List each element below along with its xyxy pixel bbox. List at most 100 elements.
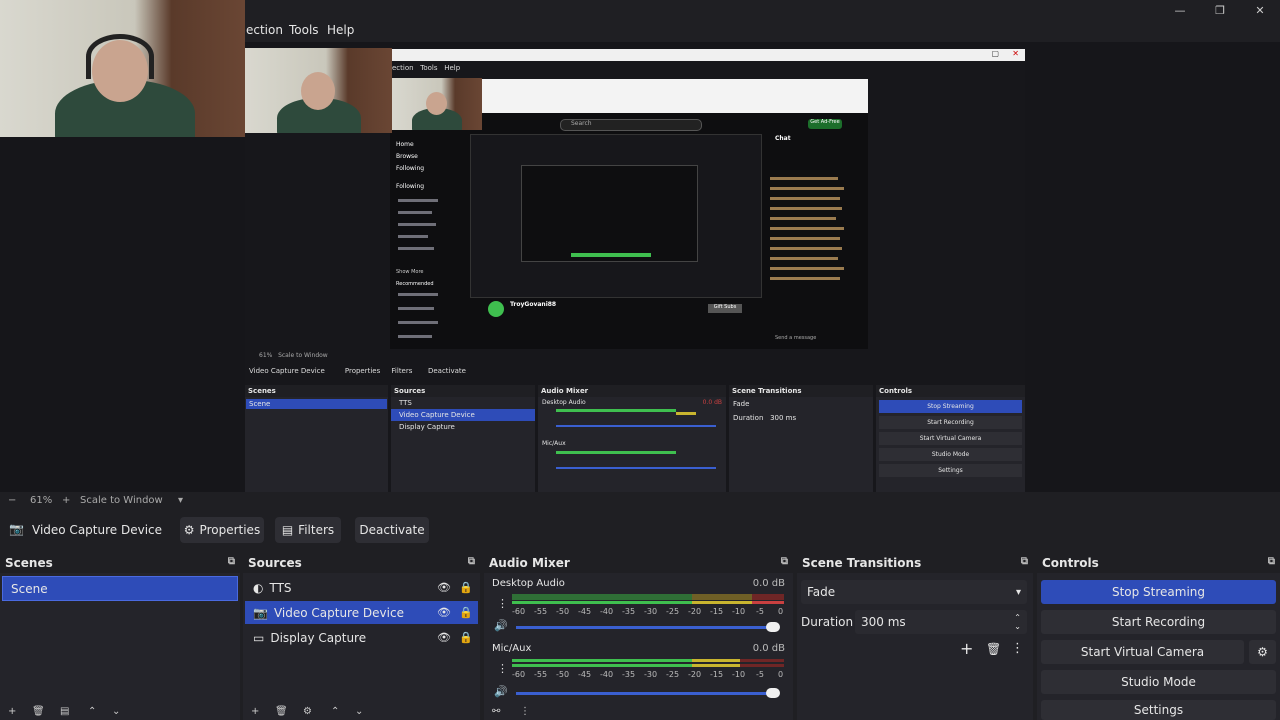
duration-spinbox[interactable]: 300 ms ⌃ ⌄ — [855, 610, 1027, 634]
preview-statusbar: − 61% + Scale to Window ▾ — [0, 492, 1280, 510]
properties-label: Properties — [199, 523, 261, 537]
eye-icon[interactable]: 👁 — [437, 631, 451, 644]
scale-mode-select[interactable]: Scale to Window — [80, 495, 163, 506]
source-label: Display Capture — [270, 630, 367, 645]
zoom-out-button[interactable]: − — [8, 495, 16, 506]
maximize-button[interactable]: ❐ — [1200, 0, 1240, 20]
source-item-video-capture[interactable]: 📷 Video Capture Device 👁 🔒 — [245, 601, 478, 624]
undock-icon[interactable]: ⧉ — [228, 556, 235, 567]
scene-label: Scene — [11, 581, 48, 596]
chevron-down-icon[interactable]: ⌄ — [355, 706, 363, 717]
spin-arrows-icon[interactable]: ⌃ ⌄ — [1014, 613, 1021, 631]
chat-title: Chat — [775, 135, 791, 142]
streamer-avatar — [488, 301, 504, 317]
nested-toolbar: Video Capture Device Properties Filters … — [249, 367, 466, 375]
volume-slider-handle[interactable] — [766, 688, 780, 698]
lock-icon[interactable]: 🔒 — [459, 581, 473, 594]
virtual-camera-settings-button[interactable]: ⚙ — [1249, 640, 1276, 664]
close-button[interactable]: ✕ — [1240, 0, 1280, 20]
trash-icon[interactable]: 🗑 — [275, 706, 288, 717]
deactivate-button[interactable]: Deactivate — [355, 517, 429, 543]
transition-select[interactable]: Fade ▾ — [801, 580, 1027, 604]
volume-slider-handle[interactable] — [766, 622, 780, 632]
nested-transitions-dock: Scene Transitions Fade Duration 300 ms — [729, 385, 873, 497]
volume-slider[interactable] — [516, 622, 780, 632]
webcam-feed-nested-1 — [245, 48, 392, 133]
sources-toolbar: + 🗑 ⚙ ⌃ ⌄ — [243, 706, 480, 720]
chat-input: Send a message — [775, 335, 817, 341]
db-scale: -60 -55 -50 -45 -40 -35 -30 -25 -20 -15 … — [512, 607, 784, 616]
gift-subs-button: Gift Subs — [708, 304, 742, 313]
menu-item-scene-collection[interactable]: ection — [246, 23, 283, 37]
volume-slider[interactable] — [516, 688, 780, 698]
undock-icon[interactable]: ⧉ — [468, 556, 475, 567]
chevron-down-icon[interactable]: ⌄ — [112, 706, 120, 717]
kebab-menu-icon[interactable]: ⋮ — [497, 597, 508, 610]
trash-icon[interactable]: 🗑 — [32, 706, 45, 717]
source-item-display-capture[interactable]: ▭ Display Capture 👁 🔒 — [245, 626, 478, 649]
minimize-button[interactable]: — — [1160, 0, 1200, 20]
filters-button[interactable]: ▤ Filters — [275, 517, 341, 543]
add-icon[interactable]: + — [8, 706, 16, 717]
filters-label: Filters — [298, 523, 335, 537]
undock-icon[interactable]: ⧉ — [781, 556, 788, 567]
mixer-title: Audio Mixer — [489, 556, 570, 570]
mixer-toolbar: ⚯ ⋮ — [484, 706, 793, 720]
zoom-in-button[interactable]: + — [62, 495, 70, 506]
webcam-feed-nested-2 — [392, 78, 482, 130]
chevron-down-icon[interactable]: ▾ — [178, 495, 183, 506]
menu-item-help[interactable]: Help — [327, 23, 354, 37]
volume-meter — [512, 594, 784, 600]
kebab-menu-icon[interactable]: ⋮ — [1011, 641, 1024, 656]
start-virtual-camera-button[interactable]: Start Virtual Camera — [1041, 640, 1244, 664]
stop-streaming-button[interactable]: Stop Streaming — [1041, 580, 1276, 604]
undock-icon[interactable]: ⧉ — [1268, 556, 1275, 567]
add-icon[interactable]: + — [251, 706, 259, 717]
eye-icon[interactable]: 👁 — [437, 581, 451, 594]
kebab-menu-icon[interactable]: ⋮ — [497, 662, 508, 675]
trash-icon[interactable]: 🗑 — [986, 642, 1001, 656]
speaker-icon[interactable]: 🔊 — [494, 685, 508, 698]
speaker-icon[interactable]: 🔊 — [494, 619, 508, 632]
stream-title: TroyGovani88 — [510, 301, 557, 308]
gear-icon: ⚙ — [183, 523, 195, 537]
lock-icon[interactable]: 🔒 — [459, 631, 473, 644]
browser-icon: ◐ — [253, 580, 264, 595]
camera-icon: 📷 — [9, 522, 24, 536]
chevron-up-icon[interactable]: ⌃ — [331, 706, 339, 717]
zoom-level: 61% — [30, 495, 53, 506]
eye-icon[interactable]: 👁 — [437, 606, 451, 619]
chevron-up-icon[interactable]: ⌃ — [88, 706, 96, 717]
nested-close-icon: ✕ — [1012, 49, 1019, 58]
channel-name: Desktop Audio — [492, 578, 565, 589]
studio-mode-button[interactable]: Studio Mode — [1041, 670, 1276, 694]
source-label: Video Capture Device — [273, 605, 404, 620]
add-icon[interactable]: + — [960, 639, 973, 658]
lock-icon[interactable]: 🔒 — [459, 606, 473, 619]
twitch-nav: Home Browse Following Following — [396, 141, 425, 190]
kebab-menu-icon[interactable]: ⋮ — [520, 706, 530, 717]
filter-icon[interactable]: ▤ — [60, 706, 69, 717]
get-ad-free-button: Get Ad-Free — [808, 119, 842, 129]
scene-item[interactable]: Scene — [2, 576, 238, 601]
filter-icon: ▤ — [281, 523, 294, 537]
nested-maximize-icon: ▢ — [991, 49, 999, 58]
transitions-title: Scene Transitions — [802, 556, 922, 570]
undock-icon[interactable]: ⧉ — [1021, 556, 1028, 567]
menu-item-tools[interactable]: Tools — [289, 23, 319, 37]
twitch-search: Search — [560, 119, 702, 131]
source-item-tts[interactable]: ◐ TTS 👁 🔒 — [245, 576, 478, 599]
twitch-recommended: Recommended — [396, 281, 434, 287]
scenes-toolbar: + 🗑 ▤ ⌃ ⌄ — [0, 706, 240, 720]
link-icon[interactable]: ⚯ — [492, 706, 500, 717]
nested-scenes-dock: Scenes Scene — [245, 385, 388, 497]
start-recording-button[interactable]: Start Recording — [1041, 610, 1276, 634]
chevron-down-icon: ▾ — [1015, 586, 1021, 598]
settings-button[interactable]: Settings — [1041, 700, 1276, 720]
properties-button[interactable]: ⚙ Properties — [180, 517, 264, 543]
duration-label: Duration — [801, 615, 854, 629]
nested-sources-dock: Sources TTS Video Capture Device Display… — [391, 385, 535, 497]
source-label: TTS — [269, 580, 292, 595]
gear-icon[interactable]: ⚙ — [303, 706, 312, 717]
sources-title: Sources — [248, 556, 302, 570]
